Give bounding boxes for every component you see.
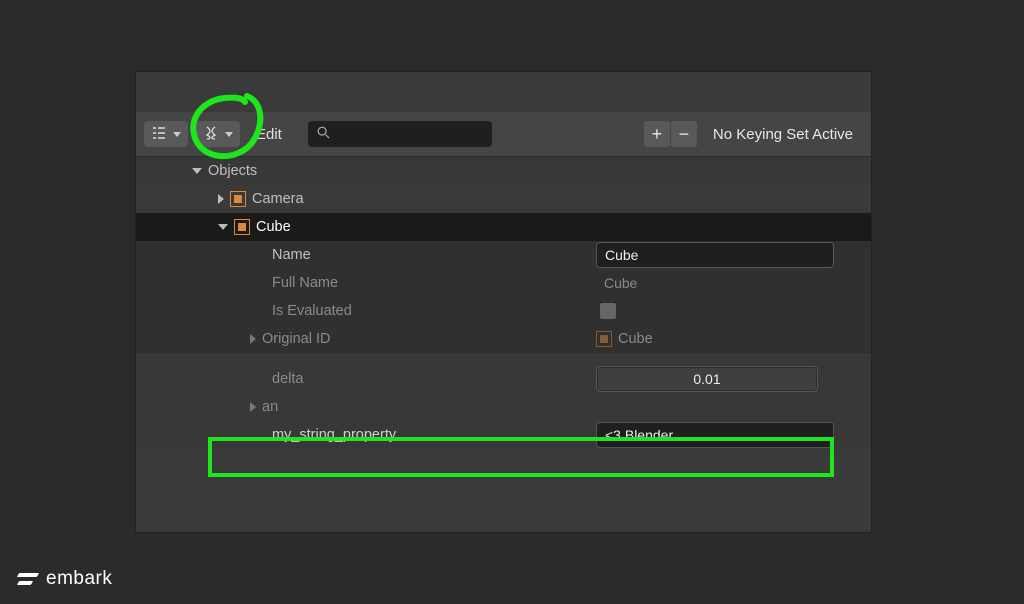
prop-delta-label: delta	[272, 371, 303, 387]
edit-menu[interactable]: Edit	[248, 126, 290, 143]
prop-mystr-label: my_string_property	[272, 427, 396, 443]
remove-keying-button[interactable]: −	[671, 121, 697, 147]
tree-row-cube[interactable]: Cube	[136, 213, 871, 241]
fullname-value: Cube	[604, 275, 637, 291]
editor-type-dropdown[interactable]	[144, 121, 188, 147]
expand-icon	[218, 194, 224, 204]
dna-icon	[203, 125, 219, 144]
expand-icon	[218, 224, 228, 230]
expand-icon	[192, 168, 202, 174]
mystring-input[interactable]: <3 Blender	[596, 422, 834, 448]
iseval-checkbox[interactable]	[600, 303, 616, 319]
cube-label: Cube	[256, 219, 291, 235]
tree-row-objects[interactable]: Objects	[136, 157, 871, 185]
mesh-icon	[230, 191, 246, 207]
prop-row-fullname: Full Name Cube	[136, 269, 871, 297]
mesh-icon	[234, 219, 250, 235]
expand-icon	[250, 402, 256, 412]
search-input[interactable]	[308, 121, 492, 147]
outliner-header: Edit + − No Keying Set Active	[136, 112, 871, 157]
prop-row-name: Name Cube	[136, 241, 871, 269]
watermark-text: embark	[46, 568, 112, 590]
camera-label: Camera	[252, 191, 304, 207]
chevron-down-icon	[225, 132, 233, 137]
delta-input[interactable]: 0.01	[596, 366, 818, 392]
search-icon	[316, 125, 330, 144]
embark-logo-icon	[18, 569, 38, 589]
fullname-field: Cube	[596, 271, 832, 295]
mesh-icon	[596, 331, 612, 347]
outliner-panel: Edit + − No Keying Set Active Objects Ca…	[135, 71, 872, 533]
spacer	[136, 353, 871, 365]
prop-row-an[interactable]: an	[136, 393, 871, 421]
prop-name-label: Name	[272, 247, 311, 263]
display-mode-dropdown[interactable]	[196, 121, 240, 147]
tree-row-camera[interactable]: Camera	[136, 185, 871, 213]
outliner-tree: Objects Camera Cube Name Cube Full Name	[136, 157, 871, 449]
prop-fullname-label: Full Name	[272, 275, 338, 291]
prop-iseval-label: Is Evaluated	[272, 303, 352, 319]
prop-row-iseval: Is Evaluated	[136, 297, 871, 325]
expand-icon	[250, 334, 256, 344]
prop-row-delta: delta 0.01	[136, 365, 871, 393]
prop-row-origid[interactable]: Original ID Cube	[136, 325, 871, 353]
chevron-down-icon	[173, 132, 181, 137]
name-input[interactable]: Cube	[596, 242, 834, 268]
prop-origid-label: Original ID	[262, 331, 331, 347]
outliner-tree-icon	[151, 125, 167, 144]
prop-an-label: an	[262, 399, 278, 415]
prop-row-mystring: my_string_property <3 Blender	[136, 421, 871, 449]
delta-value: 0.01	[693, 371, 720, 387]
objects-label: Objects	[208, 163, 257, 179]
mystring-value: <3 Blender	[605, 427, 673, 443]
origid-value: Cube	[618, 331, 653, 347]
name-value: Cube	[605, 247, 638, 263]
keying-set-status: No Keying Set Active	[705, 126, 863, 143]
watermark: embark	[18, 568, 112, 590]
add-keying-button[interactable]: +	[644, 121, 670, 147]
